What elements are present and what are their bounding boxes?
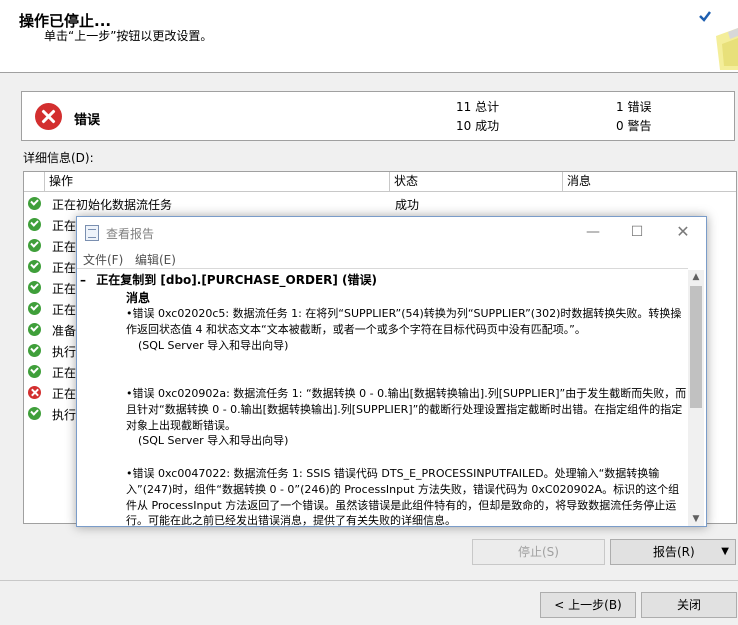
details-label: 详细信息(D):: [23, 151, 94, 165]
status-label: 错误: [74, 113, 101, 128]
chevron-down-icon: ▼: [721, 546, 729, 557]
scroll-down-icon[interactable]: ▼: [688, 512, 704, 526]
footer-divider: [0, 580, 738, 581]
minimize-icon[interactable]: —: [582, 221, 604, 243]
error-message-source: (SQL Server 导入和导出向导): [138, 338, 289, 352]
success-icon: [28, 407, 41, 420]
stop-button[interactable]: 停止(S): [472, 539, 605, 565]
messages-label: 消息: [126, 291, 151, 305]
column-header-status[interactable]: 状态: [390, 172, 563, 192]
menu-file[interactable]: 文件(F): [83, 251, 123, 268]
report-button[interactable]: 报告(R) ▼: [610, 539, 736, 565]
row-action: 正在: [52, 219, 77, 233]
view-report-window[interactable]: 查看报告 — ☐ ✕ 文件(F) 编辑(E) – 正在复制到 [dbo].[PU…: [76, 216, 707, 527]
window-title: 查看报告: [106, 227, 155, 241]
success-icon: [28, 281, 41, 294]
column-header-message[interactable]: 消息: [563, 172, 736, 192]
table-row[interactable]: 正在初始化数据流任务 成功: [24, 193, 736, 214]
error-message-source: (SQL Server 导入和导出向导): [138, 434, 289, 448]
menu-bar: 文件(F) 编辑(E): [77, 248, 706, 268]
success-icon: [28, 302, 41, 315]
wizard-header: 操作已停止... 单击“上一步”按钮以更改设置。: [0, 0, 738, 73]
report-heading-text: 正在复制到 [dbo].[PURCHASE_ORDER] (错误): [96, 273, 378, 287]
report-button-label: 报告(R): [653, 545, 695, 559]
error-message-text: •错误 0xc0047022: 数据流任务 1: SSIS 错误代码 DTS_E…: [126, 467, 680, 526]
maximize-icon[interactable]: ☐: [626, 221, 648, 243]
row-action: 正在初始化数据流任务: [52, 198, 173, 212]
scroll-up-icon[interactable]: ▲: [688, 270, 704, 284]
row-action: 正在: [52, 240, 77, 254]
error-icon: [35, 103, 62, 130]
column-header-icon: [24, 172, 45, 192]
row-action: 正在: [52, 387, 77, 401]
error-message: •错误 0xc02020c5: 数据流任务 1: 在将列“SUPPLIER”(5…: [126, 306, 688, 353]
success-icon: [28, 197, 41, 210]
error-icon: [28, 386, 41, 399]
row-action: 正在: [52, 303, 77, 317]
row-action: 准备: [52, 324, 77, 338]
row-action: 执行: [52, 408, 77, 422]
scrollbar-thumb[interactable]: [690, 286, 702, 408]
success-count: 10 成功: [456, 119, 500, 133]
row-action: 正在: [52, 366, 77, 380]
row-action: 正在: [52, 261, 77, 275]
page-subtitle: 单击“上一步”按钮以更改设置。: [44, 29, 213, 43]
row-status: 成功: [395, 198, 420, 212]
menu-edit[interactable]: 编辑(E): [135, 251, 176, 268]
grid-header: 操作 状态 消息: [24, 172, 736, 192]
report-icon: [85, 225, 99, 241]
vertical-scrollbar[interactable]: ▲ ▼: [688, 270, 704, 526]
error-message: •错误 0xc0047022: 数据流任务 1: SSIS 错误代码 DTS_E…: [126, 466, 688, 526]
success-icon: [28, 260, 41, 273]
report-heading[interactable]: – 正在复制到 [dbo].[PURCHASE_ORDER] (错误): [80, 271, 377, 288]
close-icon[interactable]: ✕: [672, 221, 694, 243]
collapse-icon[interactable]: –: [80, 273, 92, 287]
report-content: – 正在复制到 [dbo].[PURCHASE_ORDER] (错误) 消息 •…: [77, 268, 688, 526]
warning-count: 0 警告: [616, 119, 652, 133]
wizard-banner-icon: [699, 11, 738, 70]
success-icon: [28, 218, 41, 231]
error-message-text: •错误 0xc02020c5: 数据流任务 1: 在将列“SUPPLIER”(5…: [126, 307, 682, 336]
success-icon: [28, 323, 41, 336]
status-summary-panel: 错误 11 总计 10 成功 1 错误 0 警告: [21, 91, 735, 141]
success-icon: [28, 239, 41, 252]
close-button[interactable]: 关闭: [641, 592, 737, 618]
error-message: •错误 0xc020902a: 数据流任务 1: “数据转换 0 - 0.输出[…: [126, 386, 688, 449]
success-icon: [28, 344, 41, 357]
error-count: 1 错误: [616, 100, 652, 114]
total-count: 11 总计: [456, 100, 500, 114]
row-action: 正在: [52, 282, 77, 296]
row-action: 执行: [52, 345, 77, 359]
column-header-action[interactable]: 操作: [45, 172, 390, 192]
success-icon: [28, 365, 41, 378]
back-button[interactable]: < 上一步(B): [540, 592, 636, 618]
error-message-text: •错误 0xc020902a: 数据流任务 1: “数据转换 0 - 0.输出[…: [126, 387, 687, 432]
